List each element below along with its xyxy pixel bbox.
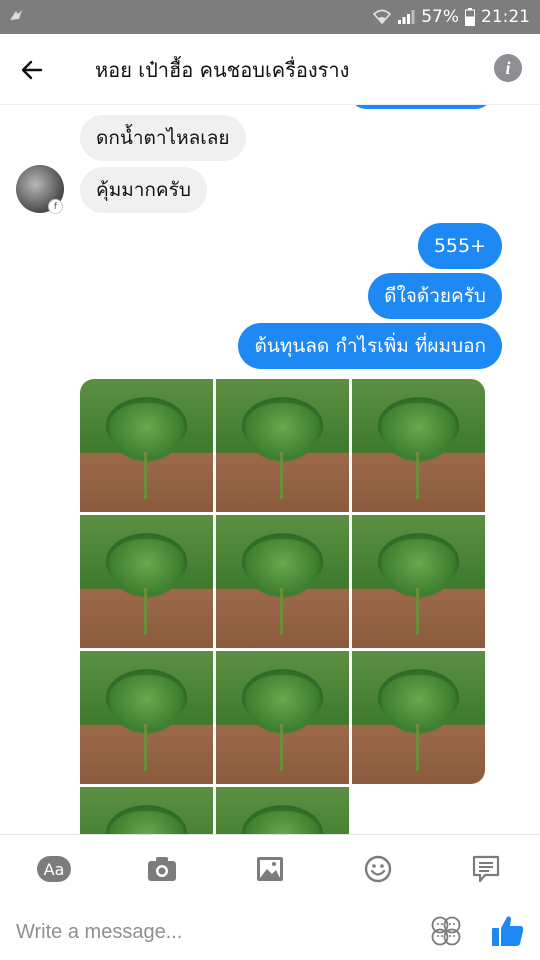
emoji-button[interactable] [360, 851, 396, 887]
gallery-photo[interactable] [216, 651, 349, 784]
gallery-photo[interactable] [216, 515, 349, 648]
back-button[interactable] [14, 52, 50, 88]
info-button[interactable]: i [494, 54, 522, 82]
info-icon: i [505, 57, 511, 78]
gallery-photo[interactable] [216, 787, 349, 834]
conversation-header: หอย เป๋าฮื้อ คนชอบเครื่องราง i [0, 34, 540, 104]
gallery-photo[interactable] [80, 651, 213, 784]
messenger-badge-icon: f [48, 199, 63, 214]
status-bar: 57% 21:21 [0, 0, 540, 34]
thumbs-up-icon[interactable] [490, 913, 526, 949]
incoming-message[interactable]: ดกน้ำตาไหลเลย [80, 115, 246, 161]
message-input[interactable] [16, 915, 416, 949]
message-bubble-icon [472, 855, 500, 883]
camera-icon [148, 857, 176, 881]
outgoing-message[interactable]: 555+ [417, 223, 502, 269]
wifi-icon [373, 9, 392, 25]
incoming-message[interactable]: คุ้มมากครับ [80, 167, 207, 213]
battery-percent: 57% [421, 7, 459, 27]
battery-icon [465, 8, 475, 26]
text-format-icon: Aa [37, 856, 71, 882]
camera-button[interactable] [144, 851, 180, 887]
conversation-title: หอย เป๋าฮื้อ คนชอบเครื่องราง [95, 58, 350, 82]
outgoing-message[interactable]: ต้นทุนลด กำไรเพิ่ม ที่ผมบอก [238, 323, 502, 369]
gallery-photo[interactable] [80, 379, 213, 512]
back-arrow-icon [21, 60, 43, 80]
text-format-button[interactable]: Aa [36, 851, 72, 887]
image-icon [257, 857, 283, 881]
clock: 21:21 [481, 7, 530, 27]
gallery-photo[interactable] [216, 379, 349, 512]
gallery-button[interactable] [252, 851, 288, 887]
gallery-photo[interactable] [352, 515, 485, 648]
sticker-icon[interactable] [430, 915, 462, 947]
gallery-photo[interactable] [352, 651, 485, 784]
previous-outgoing-bubble [350, 105, 492, 109]
signal-icon [398, 10, 415, 24]
quick-reply-button[interactable] [468, 851, 504, 887]
gallery-photo[interactable] [80, 515, 213, 648]
message-list[interactable]: ดกน้ำตาไหลเลย คุ้มมากครับ f 555+ ดีใจด้ว… [0, 104, 540, 834]
message-composer: Aa [0, 834, 540, 960]
notification-icon [10, 10, 22, 20]
gallery-photo[interactable] [352, 379, 485, 512]
gallery-photo[interactable] [80, 787, 213, 834]
status-right: 57% 21:21 [373, 6, 530, 28]
emoji-icon [364, 855, 392, 883]
outgoing-message[interactable]: ดีใจด้วยครับ [368, 273, 502, 319]
